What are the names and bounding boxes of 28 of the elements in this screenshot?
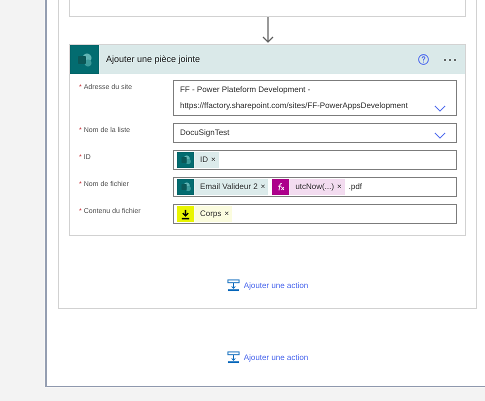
function-icon bbox=[276, 182, 286, 192]
dropdown-field[interactable]: DocuSignTest bbox=[173, 123, 457, 143]
sharepoint-icon bbox=[180, 181, 192, 193]
input-field[interactable]: Corps × bbox=[173, 204, 457, 224]
input-field[interactable]: ID × bbox=[173, 150, 457, 170]
chevron-down-icon bbox=[434, 132, 446, 139]
token-chip[interactable]: Email Valideur 2 × bbox=[177, 179, 268, 195]
add-action-link[interactable]: Ajouter une action bbox=[244, 280, 308, 292]
field-value: https://ffactory.sharepoint.com/sites/FF-PowerAppsDevelopment bbox=[180, 100, 409, 112]
download-icon bbox=[180, 208, 191, 220]
token-chip[interactable]: utcNow(...) × bbox=[272, 179, 345, 195]
token-chip[interactable]: ID × bbox=[177, 152, 219, 168]
field-value: FF - Power Plateform Development - bbox=[180, 84, 312, 96]
chevron-down-icon bbox=[434, 105, 446, 112]
input-field[interactable]: Email Valideur 2 × utcNow(...) × .pdf bbox=[173, 177, 457, 197]
sharepoint-icon bbox=[180, 154, 192, 166]
help-icon[interactable] bbox=[418, 54, 429, 65]
add-step-icon bbox=[226, 279, 240, 292]
arrow-down-icon bbox=[260, 17, 274, 44]
field-value: DocuSignTest bbox=[180, 127, 230, 139]
sharepoint-icon bbox=[76, 52, 92, 68]
dropdown-field[interactable]: FF - Power Plateform Development - https://ffactory.sharepoint.com/sites/FF-PowerAppsDevelopment bbox=[173, 80, 457, 116]
field-text: .pdf bbox=[348, 181, 362, 193]
more-options-icon[interactable] bbox=[443, 58, 457, 62]
add-action-link[interactable]: Ajouter une action bbox=[244, 352, 308, 364]
card-title: Ajouter une pièce jointe bbox=[106, 52, 202, 66]
token-chip[interactable]: Corps × bbox=[177, 206, 232, 222]
add-step-icon bbox=[226, 351, 240, 364]
